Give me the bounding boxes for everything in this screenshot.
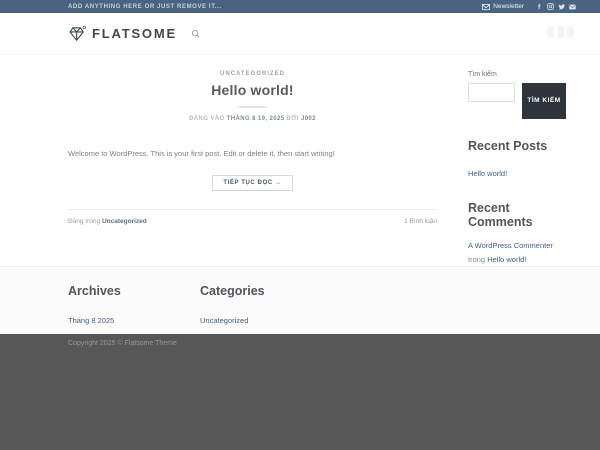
topbar-message: ADD ANYTHING HERE OR JUST REMOVE IT... [68, 3, 222, 10]
header-utility-icons[interactable] [547, 26, 574, 38]
title-divider [238, 106, 267, 108]
post-excerpt: Welcome to WordPress. This is your first… [68, 149, 335, 158]
utility-icon [557, 26, 564, 38]
facebook-icon[interactable] [536, 3, 543, 10]
absolute-footer: Copyright 2025 © Flatsome Theme [0, 334, 600, 450]
email-icon[interactable] [569, 4, 576, 10]
sidebar-search-input[interactable] [468, 83, 515, 102]
content-area: UNCATEGORIZED Hello world! ĐĂNG VÀO THÁN… [68, 55, 566, 266]
sidebar: Tìm kiếm TÌM KIẾM Recent Posts Hello wor… [468, 71, 566, 266]
read-more-button[interactable]: TIẾP TỤC ĐỌC → [212, 175, 293, 192]
archives-widget: Archives Tháng 8 2025 [68, 284, 200, 328]
post-meta: ĐĂNG VÀO THÁNG 8 19, 2025 BỞI J002 [68, 116, 437, 122]
newsletter-link[interactable]: Newsletter [482, 3, 524, 10]
comment-connector: trong [468, 254, 486, 264]
recent-comment-item: A WordPress Commenter trong Hello world! [468, 239, 566, 266]
recent-posts-title: Recent Posts [468, 139, 548, 153]
envelope-icon [482, 3, 491, 10]
recent-comments-title: Recent Comments [468, 201, 533, 229]
by-label: BỞI [286, 116, 299, 122]
utility-icon [547, 26, 554, 38]
topbar: ADD ANYTHING HERE OR JUST REMOVE IT... N… [0, 0, 600, 13]
logo-text: FLATSOME [92, 26, 177, 41]
commented-post-link[interactable]: Hello world! [487, 253, 526, 267]
recent-post-link[interactable]: Hello world! [468, 169, 507, 178]
search-icon[interactable] [191, 29, 201, 39]
site-logo[interactable]: FLATSOME [68, 25, 177, 43]
posted-on-label: ĐĂNG VÀO [189, 116, 225, 122]
post-footer-meta: Đăng trong Uncategorized 1 Bình luận [68, 209, 437, 225]
newsletter-label: Newsletter [493, 3, 524, 10]
archive-link[interactable]: Tháng 8 2025 [68, 316, 114, 325]
search-widget-label: Tìm kiếm [468, 71, 497, 78]
post-date-link[interactable]: THÁNG 8 19, 2025 [227, 116, 285, 122]
topbar-right: Newsletter [482, 3, 576, 10]
footer-category-link[interactable]: Uncategorized [102, 218, 147, 225]
post-title[interactable]: Hello world! [68, 82, 437, 98]
copyright-text: Copyright 2025 © Flatsome Theme [68, 340, 177, 347]
social-icons [536, 3, 576, 10]
site-header: FLATSOME [0, 13, 600, 55]
categories-widget: Categories Uncategorized [200, 284, 332, 328]
post-category-link[interactable]: UNCATEGORIZED [68, 71, 437, 77]
commenter-link[interactable]: A WordPress Commenter [468, 239, 553, 253]
search-widget: TÌM KIẾM [468, 83, 566, 119]
comments-link[interactable]: 1 Bình luận [404, 218, 437, 225]
post-article: UNCATEGORIZED Hello world! ĐĂNG VÀO THÁN… [68, 71, 437, 266]
instagram-icon[interactable] [547, 3, 554, 10]
posted-in: Đăng trong Uncategorized [68, 218, 147, 225]
posted-in-label: Đăng trong [68, 218, 101, 226]
category-widget-link[interactable]: Uncategorized [200, 316, 248, 325]
flatsome-gem-icon [68, 25, 86, 43]
twitter-icon[interactable] [558, 3, 565, 10]
footer-widgets: Archives Tháng 8 2025 Categories Uncateg… [0, 266, 600, 334]
read-more-wrap: TIẾP TỤC ĐỌC → [68, 171, 437, 192]
post-author-link[interactable]: J002 [301, 116, 316, 122]
categories-title: Categories [200, 284, 265, 298]
utility-icon [567, 26, 574, 38]
archives-title: Archives [68, 284, 121, 298]
sidebar-search-button[interactable]: TÌM KIẾM [522, 83, 566, 119]
